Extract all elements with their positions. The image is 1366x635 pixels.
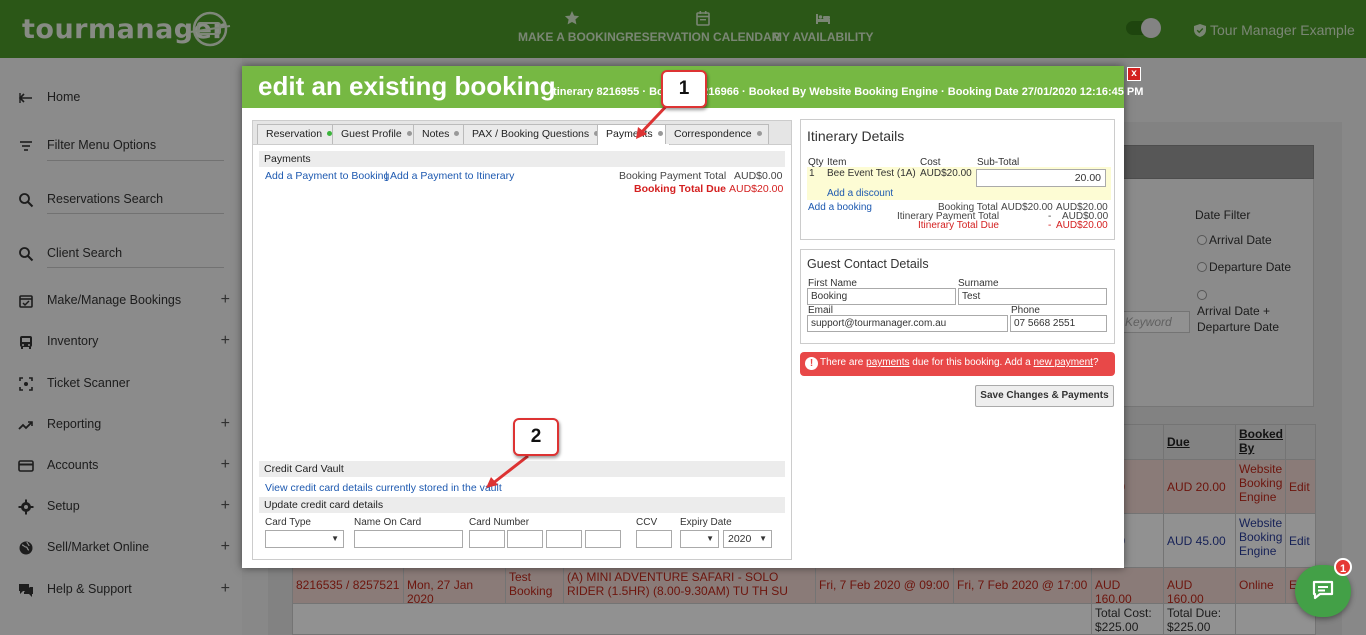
payments-section-header: Payments — [259, 151, 785, 167]
card-number-input-4[interactable] — [585, 530, 621, 548]
ccv-input[interactable] — [636, 530, 672, 548]
chat-bubble-icon — [1312, 580, 1334, 600]
view-vault-link[interactable]: View credit card details currently store… — [265, 482, 502, 494]
name-on-card-input[interactable] — [354, 530, 463, 548]
itinerary-details-title: Itinerary Details — [807, 128, 905, 144]
status-dot — [454, 131, 460, 136]
chevron-down-icon: ▼ — [759, 534, 767, 543]
warning-icon: ! — [805, 357, 818, 370]
card-number-input-1[interactable] — [469, 530, 505, 548]
status-dot — [756, 131, 762, 136]
expiry-month-select[interactable]: ▼ — [680, 530, 719, 548]
callout-2-arrow — [486, 454, 529, 488]
add-booking-link[interactable]: Add a booking — [808, 202, 872, 213]
modal-close-button[interactable]: x — [1127, 67, 1141, 81]
status-dot — [406, 131, 412, 136]
card-type-select[interactable]: ▼ — [265, 530, 344, 548]
tab-pax-booking-questions[interactable]: PAX / Booking Questions — [463, 124, 607, 144]
itinerary-total-due-label: Itinerary Total Due — [918, 220, 999, 231]
payment-due-alert: ! There are payments due for this bookin… — [800, 352, 1115, 376]
new-payment-link[interactable]: new payment — [1033, 357, 1092, 368]
item-cost: AUD$20.00 — [920, 168, 972, 179]
item-qty: 1 — [809, 168, 815, 179]
callout-2: 2 — [513, 418, 559, 456]
card-type-label: Card Type — [265, 517, 311, 528]
booking-payment-total-value: AUD$0.00 — [734, 170, 783, 182]
name-on-card-label: Name On Card — [354, 517, 422, 528]
col-item: Item — [827, 157, 847, 168]
booking-total-due-label: Booking Total Due — [634, 183, 726, 195]
col-subtotal: Sub-Total — [977, 157, 1020, 168]
itinerary-total-due-dash: - — [1048, 220, 1052, 231]
tab-guest-profile[interactable]: Guest Profile — [332, 124, 419, 144]
guest-contact-title: Guest Contact Details — [807, 257, 929, 271]
tab-notes[interactable]: Notes — [413, 124, 467, 144]
modal-title: edit an existing booking — [258, 71, 556, 101]
tab-correspondence[interactable]: Correspondence — [665, 124, 769, 144]
expiry-date-label: Expiry Date — [680, 517, 732, 528]
link-separator: | — [385, 170, 388, 182]
update-card-header: Update credit card details — [259, 497, 785, 513]
surname-input[interactable]: Test — [958, 288, 1107, 305]
chevron-down-icon: ▼ — [331, 534, 339, 543]
col-cost: Cost — [920, 157, 941, 168]
save-changes-payments-button[interactable]: Save Changes & Payments — [975, 385, 1114, 407]
booking-payment-total-label: Booking Payment Total — [619, 170, 727, 182]
ccv-label: CCV — [636, 517, 658, 528]
add-discount-link[interactable]: Add a discount — [827, 188, 893, 199]
subtotal-input[interactable]: 20.00 — [976, 169, 1106, 187]
item-name: Bee Event Test (1A) — [827, 168, 916, 179]
payments-link[interactable]: payments — [866, 357, 909, 368]
support-chat-button[interactable]: 1 — [1295, 558, 1352, 617]
card-number-input-2[interactable] — [507, 530, 543, 548]
email-input[interactable]: support@tourmanager.com.au — [807, 315, 1008, 332]
add-payment-to-itinerary-link[interactable]: Add a Payment to Itinerary — [390, 170, 514, 182]
expiry-year-select[interactable]: 2020 ▼ — [723, 530, 772, 548]
chevron-down-icon: ▼ — [706, 534, 714, 543]
card-number-input-3[interactable] — [546, 530, 582, 548]
itinerary-total-due: AUD$20.00 — [1056, 220, 1108, 231]
chat-notification-badge: 1 — [1334, 558, 1352, 576]
tab-bar: Reservation Guest Profile Notes PAX / Bo… — [253, 121, 791, 145]
first-name-input[interactable]: Booking — [807, 288, 956, 305]
phone-input[interactable]: 07 5668 2551 — [1010, 315, 1107, 332]
tab-reservation[interactable]: Reservation — [257, 124, 340, 144]
booking-total-due-value: AUD$20.00 — [729, 183, 784, 195]
callout-1: 1 — [661, 70, 707, 108]
booking-total-a: AUD$20.00 — [1001, 202, 1053, 213]
col-qty: Qty — [808, 157, 824, 168]
card-number-label: Card Number — [469, 517, 530, 528]
add-payment-to-booking-link[interactable]: Add a Payment to Booking — [265, 170, 389, 182]
